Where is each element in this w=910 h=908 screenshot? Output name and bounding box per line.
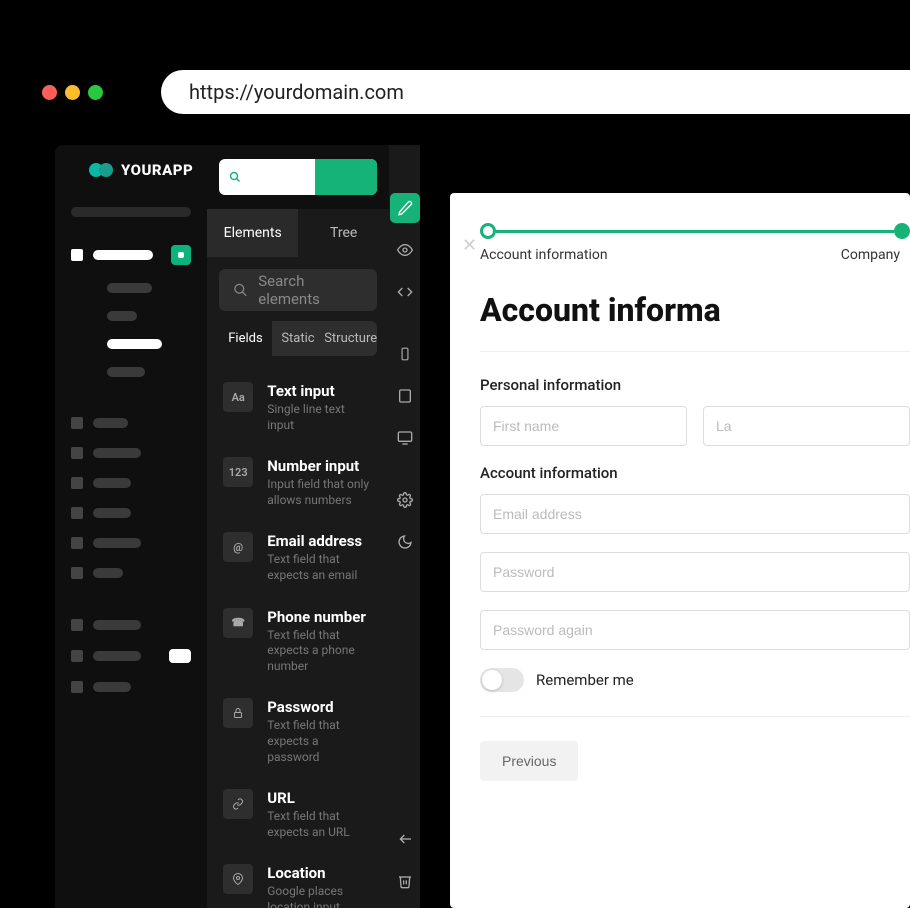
elements-search-input[interactable]: Search elements	[219, 269, 377, 311]
element-type-icon: Aa	[223, 382, 253, 412]
filter-static[interactable]: Static	[272, 321, 325, 356]
app-logo[interactable]: YOURAPP	[69, 161, 193, 179]
nav-subitem[interactable]	[69, 307, 193, 325]
element-item[interactable]: ☎ Phone number Text field that expects a…	[219, 596, 377, 687]
filter-fields[interactable]: Fields	[219, 321, 272, 356]
element-item[interactable]: 123 Number input Input field that only a…	[219, 445, 377, 520]
stepper	[480, 223, 910, 239]
element-type-icon: ☎	[223, 608, 253, 638]
window-controls[interactable]	[42, 85, 103, 100]
nav-subitem[interactable]	[69, 279, 193, 297]
remember-label: Remember me	[536, 671, 634, 689]
element-type-icon: @	[223, 532, 253, 562]
preview-tool-icon[interactable]	[390, 235, 420, 265]
nav-item[interactable]	[69, 241, 193, 269]
form-canvas[interactable]: ✕ Account information Company Account in…	[450, 193, 910, 908]
personal-info-label: Personal information	[480, 376, 910, 394]
element-item[interactable]: URL Text field that expects an URL	[219, 777, 377, 852]
previous-button[interactable]: Previous	[480, 741, 578, 781]
element-item[interactable]: Password Text field that expects a passw…	[219, 686, 377, 777]
nav-subitem[interactable]	[69, 363, 193, 381]
nav-subitem[interactable]	[69, 335, 193, 353]
element-item[interactable]: Aa Text input Single line text input	[219, 370, 377, 445]
maximize-window-icon[interactable]	[88, 85, 103, 100]
nav-item[interactable]	[69, 413, 193, 433]
element-title: Number input	[267, 457, 373, 475]
minimize-window-icon[interactable]	[65, 85, 80, 100]
password-again-input[interactable]	[480, 610, 910, 650]
search-button[interactable]	[315, 159, 377, 195]
theme-icon[interactable]	[390, 527, 420, 557]
element-title: Password	[267, 698, 373, 716]
step-label-2: Company	[841, 247, 900, 263]
app-name: YOURAPP	[121, 161, 193, 179]
elements-search-placeholder: Search elements	[258, 272, 363, 308]
nav-item[interactable]	[69, 533, 193, 553]
tablet-view-icon[interactable]	[390, 381, 420, 411]
nav-header-bar	[71, 207, 191, 217]
sidebar: YOURAPP	[55, 145, 207, 908]
element-description: Single line text input	[267, 402, 373, 433]
account-info-label: Account information	[480, 464, 910, 482]
url-bar[interactable]: https://yourdomain.com	[161, 70, 910, 114]
element-description: Text field that expects an URL	[267, 809, 373, 840]
tab-tree[interactable]: Tree	[298, 209, 389, 257]
delete-icon[interactable]	[390, 866, 420, 896]
element-type-icon: 123	[223, 457, 253, 487]
element-description: Text field that expects a phone number	[267, 628, 373, 675]
element-type-icon	[223, 698, 253, 728]
element-item[interactable]: Location Google places location input	[219, 852, 377, 908]
global-search[interactable]	[219, 159, 377, 195]
last-name-input[interactable]	[703, 406, 910, 446]
settings-icon[interactable]	[390, 485, 420, 515]
remember-toggle[interactable]	[480, 668, 524, 692]
element-description: Text field that expects an email	[267, 552, 373, 583]
element-item[interactable]: @ Email address Text field that expects …	[219, 520, 377, 595]
step-dot-2[interactable]	[894, 223, 910, 239]
element-title: URL	[267, 789, 373, 807]
nav-item[interactable]	[69, 503, 193, 523]
logo-icon	[89, 163, 113, 177]
form-title: Account informa	[480, 291, 910, 329]
close-icon[interactable]: ✕	[462, 235, 477, 256]
element-title: Text input	[267, 382, 373, 400]
step-label-1: Account information	[480, 247, 608, 263]
element-title: Phone number	[267, 608, 373, 626]
search-icon	[229, 171, 241, 183]
nav-item[interactable]	[69, 677, 193, 697]
nav-item[interactable]	[69, 615, 193, 635]
element-type-icon	[223, 864, 253, 894]
url-text: https://yourdomain.com	[189, 80, 404, 104]
nav-item[interactable]	[69, 473, 193, 493]
step-dot-1[interactable]	[480, 223, 496, 239]
elements-panel: Elements Tree Search elements Fields Sta…	[207, 145, 389, 908]
element-title: Email address	[267, 532, 373, 550]
password-input[interactable]	[480, 552, 910, 592]
element-description: Text field that expects a password	[267, 718, 373, 765]
nav-item[interactable]	[69, 443, 193, 463]
code-tool-icon[interactable]	[390, 277, 420, 307]
desktop-view-icon[interactable]	[390, 423, 420, 453]
mobile-view-icon[interactable]	[390, 339, 420, 369]
element-type-icon	[223, 789, 253, 819]
tab-elements[interactable]: Elements	[207, 209, 298, 257]
close-window-icon[interactable]	[42, 85, 57, 100]
email-input[interactable]	[480, 494, 910, 534]
element-title: Location	[267, 864, 373, 882]
collapse-icon[interactable]	[390, 824, 420, 854]
nav-item[interactable]	[69, 645, 193, 667]
canvas-area: ✕ Account information Company Account in…	[420, 145, 910, 908]
nav-item[interactable]	[69, 563, 193, 583]
search-icon	[233, 282, 248, 298]
edit-tool-icon[interactable]	[390, 193, 420, 223]
filter-structure[interactable]: Structure	[324, 321, 377, 356]
first-name-input[interactable]	[480, 406, 687, 446]
element-description: Google places location input	[267, 884, 373, 908]
nav-add-icon[interactable]	[171, 245, 191, 265]
nav-badge-icon	[169, 649, 191, 663]
element-description: Input field that only allows numbers	[267, 477, 373, 508]
toolbar	[389, 145, 420, 908]
